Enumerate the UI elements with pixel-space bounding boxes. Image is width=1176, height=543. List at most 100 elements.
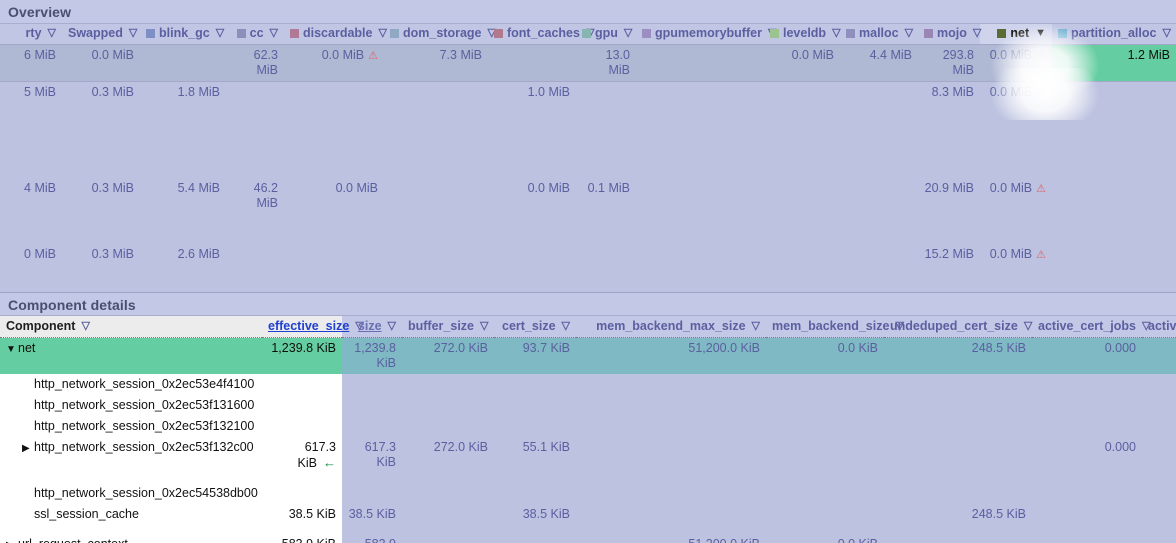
expand-triangle-icon[interactable] (6, 538, 18, 543)
details-cell[interactable] (1032, 504, 1142, 525)
details-cell[interactable] (402, 374, 494, 395)
details-cell[interactable]: 38.5 KiB (342, 504, 402, 525)
overview-cell[interactable]: 7.3 MiB (384, 44, 488, 81)
overview-cell[interactable]: 0.3 MiB (62, 178, 140, 244)
overview-cell[interactable]: 46.2 MiB (226, 178, 284, 244)
overview-cell[interactable]: 5 MiB (0, 81, 62, 178)
overview-column-header-mojo[interactable]: mojo ▽ (918, 24, 981, 45)
component-name-cell[interactable]: http_network_session_0x2ec53f132100 (0, 416, 262, 437)
sort-toggle-icon[interactable]: ▽ (832, 27, 840, 39)
details-column-header-component[interactable]: Component ▽ (0, 316, 262, 338)
sort-toggle-icon[interactable]: ▽ (388, 320, 396, 332)
details-cell[interactable] (884, 416, 1032, 437)
details-cell[interactable] (884, 395, 1032, 416)
details-cell[interactable] (402, 395, 494, 416)
details-cell[interactable] (342, 416, 402, 437)
collapse-triangle-icon[interactable] (6, 342, 18, 357)
expand-triangle-icon[interactable] (22, 441, 34, 456)
details-cell[interactable]: 583.9 KiB (342, 534, 402, 543)
overview-column-header-malloc[interactable]: malloc ▽ (840, 24, 918, 45)
overview-cell[interactable] (488, 44, 576, 81)
details-cell[interactable] (342, 483, 402, 504)
sort-toggle-icon[interactable]: ▽ (624, 27, 632, 39)
details-cell[interactable]: 51,200.0 KiB (576, 337, 766, 374)
details-cell[interactable] (1142, 337, 1176, 374)
details-cell[interactable] (1142, 534, 1176, 543)
details-cell[interactable] (884, 437, 1032, 474)
overview-column-header-rty[interactable]: rty ▽ (0, 24, 62, 45)
component-row[interactable]: url_request_context 583.9 KiB 583.9 KiB 51,… (0, 534, 1176, 543)
overview-cell[interactable] (576, 244, 636, 291)
overview-cell[interactable] (840, 244, 918, 291)
details-cell[interactable] (402, 483, 494, 504)
details-cell[interactable] (402, 534, 494, 543)
overview-cell[interactable]: 5.4 MiB (140, 178, 226, 244)
details-cell[interactable] (1032, 483, 1142, 504)
details-cell[interactable]: 248.5 KiB (884, 504, 1032, 525)
details-cell[interactable] (884, 534, 1032, 543)
overview-cell[interactable]: 0.0 MiB ⚠ (980, 44, 1052, 81)
component-row[interactable]: http_network_session_0x2ec53f132100 (0, 416, 1176, 437)
component-name-cell[interactable]: ssl_session_cache (0, 504, 262, 525)
component-name-cell[interactable]: http_network_session_0x2ec54538db00 (0, 483, 262, 504)
sort-toggle-icon[interactable]: ▽ (752, 320, 760, 332)
overview-cell[interactable] (284, 81, 384, 178)
details-cell[interactable] (766, 504, 884, 525)
effective-size-cell[interactable] (262, 416, 342, 437)
overview-column-header-cc[interactable]: cc ▽ (226, 24, 284, 45)
details-cell[interactable] (1142, 483, 1176, 504)
details-column-header-cert_size[interactable]: cert_size ▽ (494, 316, 576, 338)
effective-size-cell[interactable] (262, 374, 342, 395)
sort-toggle-icon[interactable]: ▽ (1024, 320, 1032, 332)
overview-cell[interactable]: 6 MiB (0, 44, 62, 81)
effective-size-cell[interactable]: 583.9 KiB (262, 534, 342, 543)
details-cell[interactable] (1142, 374, 1176, 395)
overview-cell[interactable] (840, 81, 918, 178)
overview-cell[interactable] (636, 178, 764, 244)
details-cell[interactable] (884, 374, 1032, 395)
sort-toggle-icon[interactable]: ▽ (562, 320, 570, 332)
details-cell[interactable] (576, 504, 766, 525)
overview-cell[interactable] (764, 81, 840, 178)
details-cell[interactable] (342, 395, 402, 416)
overview-column-header-net[interactable]: net ▼ (980, 24, 1052, 45)
details-cell[interactable] (494, 416, 576, 437)
overview-cell[interactable]: 1.8 MiB (140, 81, 226, 178)
overview-column-header-blink_gc[interactable]: blink_gc ▽ (140, 24, 226, 45)
overview-cell[interactable]: 0.0 MiB ⚠ (980, 81, 1052, 178)
details-cell[interactable] (766, 437, 884, 474)
overview-cell[interactable] (636, 244, 764, 291)
overview-cell[interactable]: 62.3 MiB (226, 44, 284, 81)
overview-cell[interactable] (636, 81, 764, 178)
details-cell[interactable]: 55.1 KiB (494, 437, 576, 474)
component-row[interactable]: http_network_session_0x2ec53f131600 (0, 395, 1176, 416)
overview-cell[interactable] (636, 44, 764, 81)
details-cell[interactable] (766, 395, 884, 416)
overview-cell[interactable]: 0.0 MiB (62, 44, 140, 81)
details-cell[interactable] (1032, 374, 1142, 395)
overview-cell[interactable]: 4.4 MiB (840, 44, 918, 81)
overview-column-header-partition_alloc[interactable]: partition_alloc ▽ (1052, 24, 1176, 45)
details-cell[interactable]: 0.0 KiB (766, 337, 884, 374)
details-cell[interactable] (402, 504, 494, 525)
warning-triangle-icon[interactable]: ⚠ (368, 49, 378, 64)
overview-cell[interactable]: 15.2 MiB (918, 244, 980, 291)
sort-toggle-icon[interactable]: ▽ (1162, 27, 1170, 39)
details-cell[interactable] (1142, 504, 1176, 525)
details-cell[interactable]: 38.5 KiB (494, 504, 576, 525)
sort-toggle-icon[interactable]: ▽ (378, 27, 386, 39)
details-cell[interactable]: 272.0 KiB (402, 337, 494, 374)
details-column-header-effective_size[interactable]: effective_size▽ (262, 316, 364, 338)
details-column-header-activ[interactable]: activ▽ (1142, 316, 1176, 338)
component-row[interactable]: http_network_session_0x2ec54538db00 (0, 483, 1176, 504)
overview-cell[interactable] (488, 244, 576, 291)
details-column-header-active_cert_jobs[interactable]: active_cert_jobs ▽ (1032, 316, 1150, 338)
component-name-cell[interactable]: http_network_session_0x2ec53e4f4100 (0, 374, 262, 395)
details-cell[interactable] (576, 437, 766, 474)
details-cell[interactable] (1032, 534, 1142, 543)
overview-cell[interactable]: 2.6 MiB (140, 244, 226, 291)
sort-toggle-icon[interactable]: ▽ (480, 320, 488, 332)
component-name-cell[interactable]: http_network_session_0x2ec53f131600 (0, 395, 262, 416)
details-cell[interactable]: 617.3 KiB (342, 437, 402, 474)
overview-column-header-swapped[interactable]: Swapped ▽ (62, 24, 140, 45)
